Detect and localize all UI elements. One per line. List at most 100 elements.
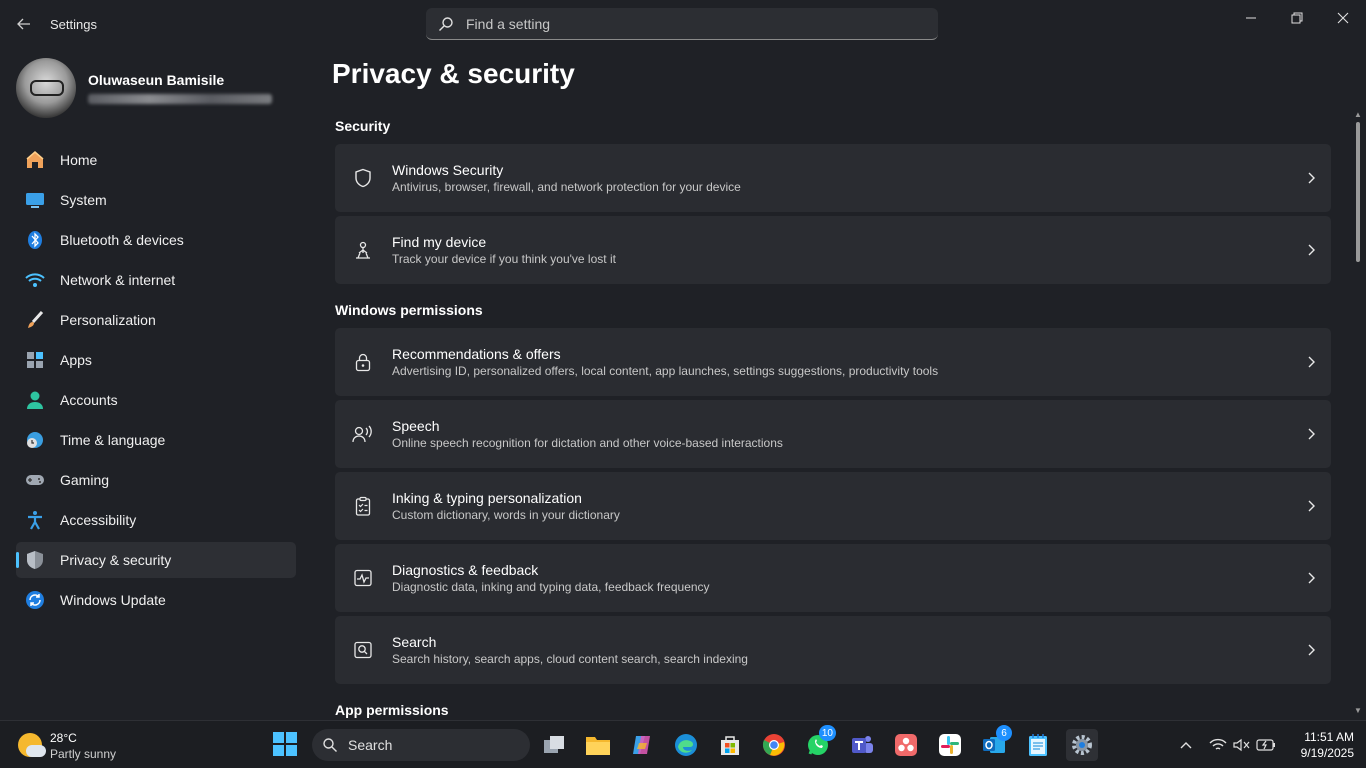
card-title: Speech — [392, 418, 440, 434]
close-button[interactable] — [1320, 4, 1366, 32]
slack-icon — [939, 734, 961, 756]
card-find-my-device[interactable]: Find my device Track your device if you … — [335, 216, 1331, 284]
card-desc: Search history, search apps, cloud conte… — [392, 652, 748, 666]
sidebar-item-privacy-security[interactable]: Privacy & security — [16, 542, 296, 578]
sidebar-item-bluetooth[interactable]: Bluetooth & devices — [16, 222, 296, 258]
wifi-icon — [1209, 738, 1227, 750]
chrome-button[interactable] — [758, 729, 790, 761]
edge-button[interactable] — [670, 729, 702, 761]
outlook-button[interactable]: 6 — [978, 725, 1012, 761]
show-hidden-icons-button[interactable] — [1176, 735, 1196, 755]
accessibility-icon — [24, 509, 46, 531]
system-icon — [24, 189, 46, 211]
card-recommendations-offers[interactable]: Recommendations & offers Advertising ID,… — [335, 328, 1331, 396]
sidebar-item-label: Accessibility — [60, 512, 137, 528]
restore-button[interactable] — [1274, 4, 1320, 32]
card-title: Search — [392, 634, 437, 650]
paintbrush-icon — [24, 309, 46, 331]
battery-tray-button[interactable] — [1256, 735, 1276, 755]
slack-button[interactable] — [934, 729, 966, 761]
scroll-thumb[interactable] — [1356, 122, 1360, 262]
card-speech[interactable]: Speech Online speech recognition for dic… — [335, 400, 1331, 468]
task-view-button[interactable] — [538, 729, 570, 761]
close-icon — [1337, 12, 1349, 24]
battery-charging-icon — [1256, 739, 1275, 751]
card-windows-security[interactable]: Windows Security Antivirus, browser, fir… — [335, 144, 1331, 212]
card-desc: Custom dictionary, words in your diction… — [392, 508, 620, 522]
sidebar-item-home[interactable]: Home — [16, 142, 296, 178]
volume-tray-button[interactable] — [1232, 735, 1252, 755]
chevron-right-icon — [1291, 500, 1331, 512]
microsoft-store-button[interactable] — [714, 729, 746, 761]
card-diagnostics-feedback[interactable]: Diagnostics & feedback Diagnostic data, … — [335, 544, 1331, 612]
card-desc: Online speech recognition for dictation … — [392, 436, 783, 450]
sidebar-item-gaming[interactable]: Gaming — [16, 462, 296, 498]
chevron-up-icon — [1180, 742, 1192, 749]
store-icon — [721, 736, 739, 755]
sidebar-item-accessibility[interactable]: Accessibility — [16, 502, 296, 538]
whatsapp-badge: 10 — [818, 725, 836, 741]
sidebar-item-label: Bluetooth & devices — [60, 232, 184, 248]
windows-logo-icon — [273, 732, 297, 756]
start-button[interactable] — [272, 731, 300, 759]
user-profile[interactable]: Oluwaseun Bamisile — [16, 58, 296, 118]
chevron-right-icon — [1291, 644, 1331, 656]
chevron-right-icon — [1291, 244, 1331, 256]
network-tray-button[interactable] — [1208, 735, 1228, 755]
file-explorer-button[interactable] — [582, 729, 614, 761]
sidebar-item-label: Windows Update — [60, 592, 166, 608]
weather-widget[interactable]: 28°C Partly sunny — [16, 729, 156, 763]
app-title: Settings — [50, 17, 97, 32]
title-bar: Settings — [0, 0, 1366, 48]
sidebar-item-personalization[interactable]: Personalization — [16, 302, 296, 338]
restore-icon — [1291, 12, 1303, 24]
whatsapp-button[interactable]: 10 — [802, 725, 836, 761]
teams-button[interactable] — [846, 729, 878, 761]
apps-icon — [24, 349, 46, 371]
taskbar-search[interactable]: Search — [312, 729, 530, 761]
system-clock[interactable]: 11:51 AM 9/19/2025 — [1284, 729, 1354, 761]
outlook-badge: 6 — [996, 725, 1012, 741]
search-icon — [439, 16, 453, 31]
settings-app-button[interactable] — [1066, 729, 1098, 761]
asana-button[interactable] — [890, 729, 922, 761]
card-title: Find my device — [392, 234, 487, 250]
card-title: Inking & typing personalization — [392, 490, 582, 506]
diagnostics-icon — [351, 566, 375, 590]
lock-icon — [351, 350, 375, 374]
sidebar-item-apps[interactable]: Apps — [16, 342, 296, 378]
speech-icon — [351, 422, 375, 446]
profile-name: Oluwaseun Bamisile — [88, 72, 225, 88]
scrollbar[interactable]: ▲ ▼ — [1353, 108, 1363, 720]
profile-email-redacted — [88, 94, 272, 104]
search-input[interactable] — [466, 15, 886, 32]
accounts-icon — [24, 389, 46, 411]
sidebar-item-network[interactable]: Network & internet — [16, 262, 296, 298]
section-title-app-permissions: App permissions — [335, 702, 449, 718]
sidebar-item-label: System — [60, 192, 107, 208]
card-search[interactable]: Search Search history, search apps, clou… — [335, 616, 1331, 684]
scroll-down-icon[interactable]: ▼ — [1353, 706, 1363, 716]
gear-icon — [1072, 735, 1092, 755]
shield-icon — [24, 549, 46, 571]
settings-search[interactable] — [426, 8, 938, 40]
taskbar: 28°C Partly sunny Search 10 6 11:51 AM 9… — [0, 720, 1366, 768]
chrome-icon — [762, 734, 785, 756]
card-inking-typing[interactable]: Inking & typing personalization Custom d… — [335, 472, 1331, 540]
back-button[interactable] — [10, 12, 38, 36]
bluetooth-icon — [24, 229, 46, 251]
chevron-right-icon — [1291, 428, 1331, 440]
search-icon — [323, 738, 337, 752]
minimize-button[interactable] — [1228, 4, 1274, 32]
copilot-button[interactable] — [626, 729, 658, 761]
sidebar-item-system[interactable]: System — [16, 182, 296, 218]
sidebar-item-windows-update[interactable]: Windows Update — [16, 582, 296, 618]
sidebar-item-time-language[interactable]: Time & language — [16, 422, 296, 458]
wifi-icon — [24, 269, 46, 291]
scroll-up-icon[interactable]: ▲ — [1353, 110, 1363, 120]
sidebar-item-label: Personalization — [60, 312, 156, 328]
notepad-button[interactable] — [1022, 729, 1054, 761]
sidebar-item-accounts[interactable]: Accounts — [16, 382, 296, 418]
card-title: Recommendations & offers — [392, 346, 561, 362]
person-pin-icon — [351, 238, 375, 262]
